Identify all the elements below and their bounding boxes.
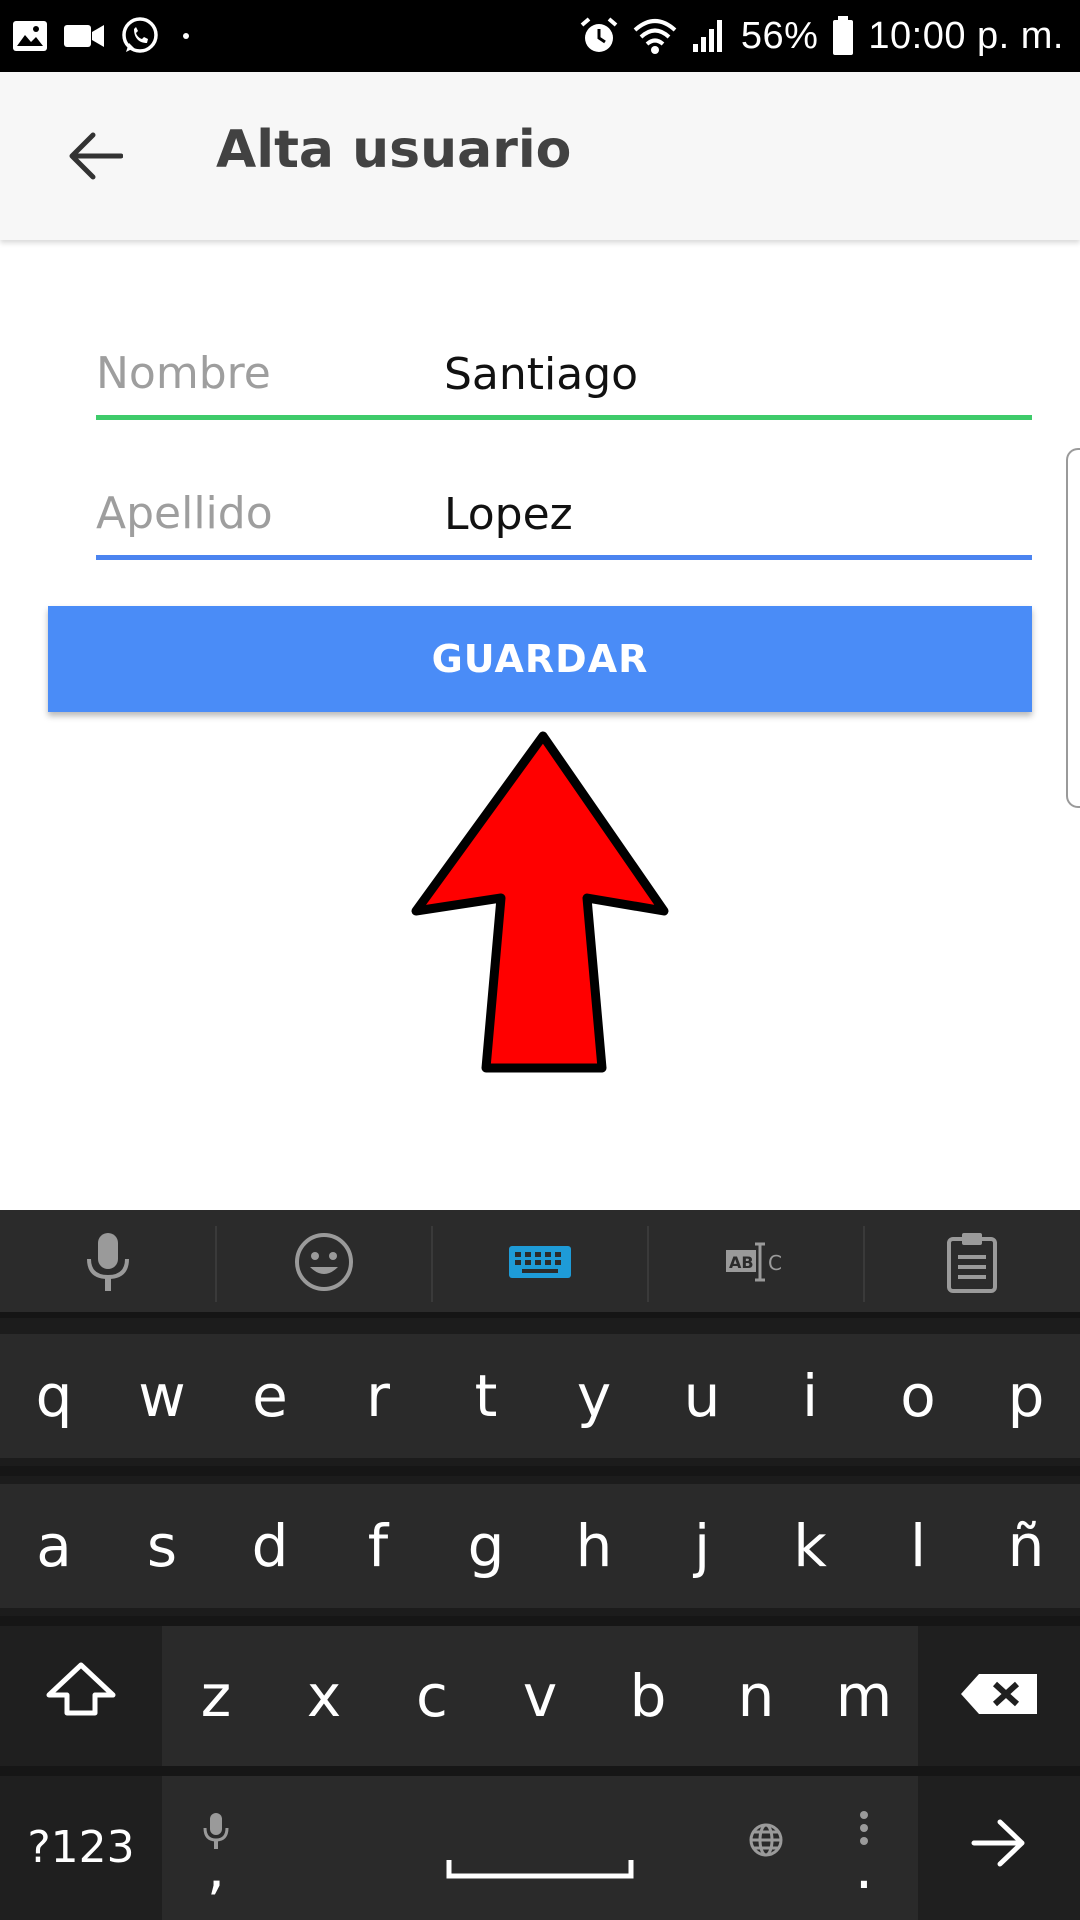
apellido-underline [96,555,1032,560]
red-up-arrow-icon [410,728,670,1081]
clock: 10:00 p. m. [868,14,1064,57]
toolbar-keyboard[interactable] [432,1210,648,1318]
apellido-field: Apellido [96,460,1032,560]
apellido-input[interactable] [444,484,1024,544]
key-u[interactable]: u [648,1334,756,1458]
key-p[interactable]: p [972,1334,1080,1458]
toolbar-clipboard[interactable] [864,1210,1080,1318]
clipboard-icon [946,1231,998,1298]
svg-text:AB: AB [729,1253,754,1272]
key-d[interactable]: d [216,1484,324,1608]
edge-panel-handle[interactable] [1066,448,1080,808]
toolbar-emoji[interactable] [216,1210,432,1318]
battery-percent: 56% [740,14,819,57]
status-bar: 56% 10:00 p. m. [0,0,1080,72]
signal-icon [691,18,727,54]
emoji-icon [293,1231,355,1298]
key-q[interactable]: q [0,1334,108,1458]
shift-key[interactable] [0,1626,162,1766]
key-y[interactable]: y [540,1334,648,1458]
spacebar-icon [446,1826,634,1894]
svg-text:C: C [768,1251,782,1275]
keyboard-row-divider [0,1766,1080,1776]
keyboard-row-divider [0,1616,1080,1626]
key-t[interactable]: t [432,1334,540,1458]
gallery-icon [12,20,48,52]
key-h[interactable]: h [540,1484,648,1608]
key-r[interactable]: r [324,1334,432,1458]
status-right-icons: 56% 10:00 p. m. [579,10,1064,62]
symbols-key[interactable]: ?123 [0,1776,162,1920]
space-key[interactable] [270,1776,810,1920]
nombre-underline [96,415,1032,420]
key-l[interactable]: l [864,1484,972,1608]
key-z[interactable]: z [162,1626,270,1766]
enter-key[interactable] [918,1776,1080,1920]
backspace-icon [959,1662,1039,1730]
microphone-icon [83,1231,133,1298]
text-select-icon: AB C [724,1240,788,1289]
nombre-label: Nombre [96,348,271,399]
shift-icon [45,1661,117,1731]
key-x[interactable]: x [270,1626,378,1766]
more-vertical-icon [859,1792,869,1860]
nombre-input[interactable] [444,344,1024,404]
period-key[interactable]: . [810,1776,918,1920]
backspace-key[interactable] [918,1626,1080,1766]
apellido-label: Apellido [96,488,273,539]
key-j[interactable]: j [648,1484,756,1608]
arrow-right-icon [970,1814,1028,1882]
alarm-icon [579,16,619,56]
key-n[interactable]: n [702,1626,810,1766]
key-w[interactable]: w [108,1334,216,1458]
key-m[interactable]: m [810,1626,918,1766]
key-g[interactable]: g [432,1484,540,1608]
keyboard-icon [508,1245,572,1284]
key-i[interactable]: i [756,1334,864,1458]
nombre-field: Nombre [96,320,1032,420]
comma-mic-icon [203,1796,229,1864]
keyboard-toolbar: AB C [0,1210,1080,1318]
key-s[interactable]: s [108,1484,216,1608]
toolbar-mic[interactable] [0,1210,216,1318]
guardar-button[interactable]: GUARDAR [48,606,1032,712]
key-e[interactable]: e [216,1334,324,1458]
key-b[interactable]: b [594,1626,702,1766]
dot-icon [176,26,196,46]
whatsapp-icon [120,16,160,56]
battery-icon [832,16,854,56]
key-f[interactable]: f [324,1484,432,1608]
toolbar-text-select[interactable]: AB C [648,1210,864,1318]
key-n-tilde[interactable]: ñ [972,1484,1080,1608]
key-k[interactable]: k [756,1484,864,1608]
status-left-icons [12,14,196,58]
app-bar: Alta usuario [0,72,1080,240]
comma-key[interactable]: , [162,1776,270,1920]
key-a[interactable]: a [0,1484,108,1608]
page-title: Alta usuario [216,120,572,180]
globe-icon [748,1804,784,1872]
keyboard: AB C q w e r t y u i o p a s d f g h j k … [0,1210,1080,1920]
video-icon [64,23,104,49]
key-v[interactable]: v [486,1626,594,1766]
key-o[interactable]: o [864,1334,972,1458]
back-button[interactable] [60,122,132,194]
arrow-left-icon [69,132,124,185]
wifi-icon [633,16,677,56]
keyboard-row-divider [0,1466,1080,1476]
key-c[interactable]: c [378,1626,486,1766]
